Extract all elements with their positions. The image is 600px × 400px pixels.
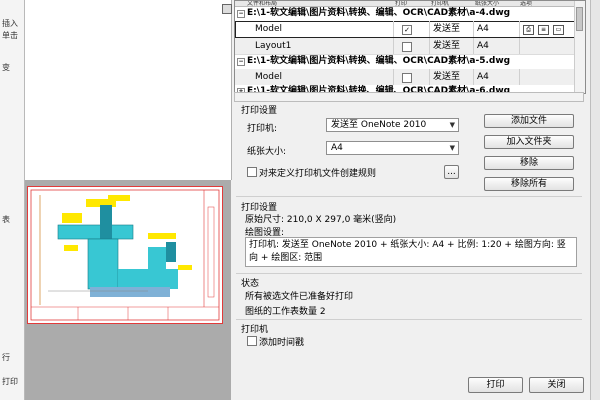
rule-checkbox-label: 对来定义打印机文件创建规则 — [259, 169, 377, 179]
timestamp-label: 添加时间戳 — [259, 338, 305, 348]
printer-cell[interactable]: 发送至 — [429, 38, 473, 54]
options-cell: ⎙ ≡ ▭ — [519, 21, 575, 37]
printer-select[interactable]: 发送至 OneNote 2010 ▼ — [326, 118, 459, 132]
print-settings-icon[interactable]: ⎙ — [523, 25, 534, 35]
file-path: E:\1-软文编辑\图片资料\转换、编辑、OCR\CAD素材\a-5.dwg — [247, 56, 511, 66]
paper-cell[interactable]: A4 — [473, 69, 519, 85]
strip-text: 行 — [2, 353, 10, 362]
strip-text: 表 — [2, 215, 10, 224]
paper-cell[interactable]: A4 — [473, 21, 519, 37]
chevron-down-icon: ▼ — [449, 144, 455, 152]
preview-blank-area — [25, 0, 232, 180]
layers-icon[interactable]: ≡ — [538, 25, 549, 35]
draw-settings-detail: 打印机: 发送至 OneNote 2010 + 纸张大小: A4 + 比例: 1… — [245, 237, 577, 267]
strip-text: 插入 — [2, 19, 18, 28]
rule-checkbox[interactable] — [247, 167, 257, 177]
window-edge — [590, 0, 600, 400]
paper-cell[interactable]: A4 — [473, 38, 519, 54]
layout-name: Model — [255, 24, 283, 34]
background-app-strip: 插入 单击 变 表 行 打印 — [0, 0, 25, 400]
remove-button[interactable]: 移除 — [484, 156, 574, 170]
print-cell: ✓ — [393, 21, 429, 37]
browse-button[interactable]: ... — [444, 165, 459, 179]
column-header-options[interactable]: 选项 — [520, 1, 532, 6]
status-line-1: 所有被选文件已准备好打印 — [245, 292, 354, 302]
column-header-paper[interactable]: 纸张大小 — [475, 1, 499, 6]
options-cell — [519, 38, 575, 54]
print-checkbox[interactable] — [402, 73, 412, 83]
print-cell — [393, 69, 429, 85]
draw-settings-text: 打印机: 发送至 OneNote 2010 + 纸张大小: A4 + 比例: 1… — [249, 240, 566, 263]
collapse-icon[interactable]: − — [237, 10, 245, 18]
chevron-down-icon: ▼ — [449, 121, 455, 129]
scrollbar-thumb[interactable] — [576, 7, 583, 31]
printer-label: 打印机: — [247, 124, 278, 134]
layout-name: Layout1 — [255, 41, 292, 51]
strip-text: 变 — [2, 63, 10, 72]
print-checkbox[interactable]: ✓ — [402, 25, 412, 35]
file-group-row[interactable]: − E:\1-软文编辑\图片资料\转换、编辑、OCR\CAD素材\a-5.dwg — [235, 55, 585, 68]
paper-size-select[interactable]: A4 ▼ — [326, 141, 459, 155]
collapse-icon[interactable]: − — [237, 58, 245, 66]
divider — [236, 273, 582, 274]
drawing-preview — [27, 186, 223, 324]
add-folder-button[interactable]: 加入文件夹 — [484, 135, 574, 149]
paper-size-label: 纸张大小: — [247, 147, 287, 157]
divider — [236, 196, 582, 197]
printer-select-value: 发送至 OneNote 2010 — [331, 120, 427, 130]
layout-name: Model — [255, 72, 283, 82]
column-header-printer[interactable]: 打印机 — [431, 1, 449, 6]
original-size-text: 原始尺寸: 210,0 X 297,0 毫米(竖向) — [245, 215, 397, 225]
close-button[interactable]: 关闭 — [529, 377, 584, 393]
column-header-print[interactable]: 打印 — [395, 1, 407, 6]
printer-cell[interactable]: 发送至 — [429, 21, 473, 37]
print-cell — [393, 38, 429, 54]
column-header-name[interactable]: 文件和布局 — [247, 1, 277, 6]
paper-size-value: A4 — [331, 143, 343, 153]
strip-text: 打印 — [2, 377, 18, 386]
print-button[interactable]: 打印 — [468, 377, 523, 393]
preview-toggle-icon[interactable] — [222, 4, 232, 14]
file-group-row[interactable]: − E:\1-软文编辑\图片资料\转换、编辑、OCR\CAD素材\a-4.dwg — [235, 7, 585, 20]
cad-drawing-thumbnail — [30, 189, 220, 321]
strip-text: 单击 — [2, 31, 18, 40]
print-checkbox[interactable] — [402, 42, 412, 52]
printer-cell[interactable]: 发送至 — [429, 69, 473, 85]
status-line-2: 图纸的工作表数量 2 — [245, 307, 326, 317]
table-row[interactable]: Layout1 发送至 A4 — [235, 38, 585, 55]
status-title: 状态 — [241, 279, 260, 289]
printer-section-title: 打印机 — [241, 325, 269, 335]
add-file-button[interactable]: 添加文件 — [484, 114, 574, 128]
vertical-scrollbar[interactable] — [574, 1, 585, 93]
print-settings-title: 打印设置 — [241, 106, 278, 116]
file-path: E:\1-软文编辑\图片资料\转换、编辑、OCR\CAD素材\a-4.dwg — [247, 8, 511, 18]
page-setup-icon[interactable]: ▭ — [553, 25, 564, 35]
divider — [236, 319, 582, 320]
horizontal-scrollbar[interactable] — [234, 92, 584, 102]
table-row[interactable]: Model ✓ 发送至 A4 ⎙ ≡ ▭ — [235, 21, 585, 38]
table-row[interactable]: Model 发送至 A4 — [235, 69, 585, 86]
file-list-table: 文件和布局 打印 打印机 纸张大小 选项 − E:\1-软文编辑\图片资料\转换… — [234, 0, 586, 94]
remove-all-button[interactable]: 移除所有 — [484, 177, 574, 191]
timestamp-checkbox[interactable] — [247, 336, 257, 346]
options-cell — [519, 69, 575, 85]
